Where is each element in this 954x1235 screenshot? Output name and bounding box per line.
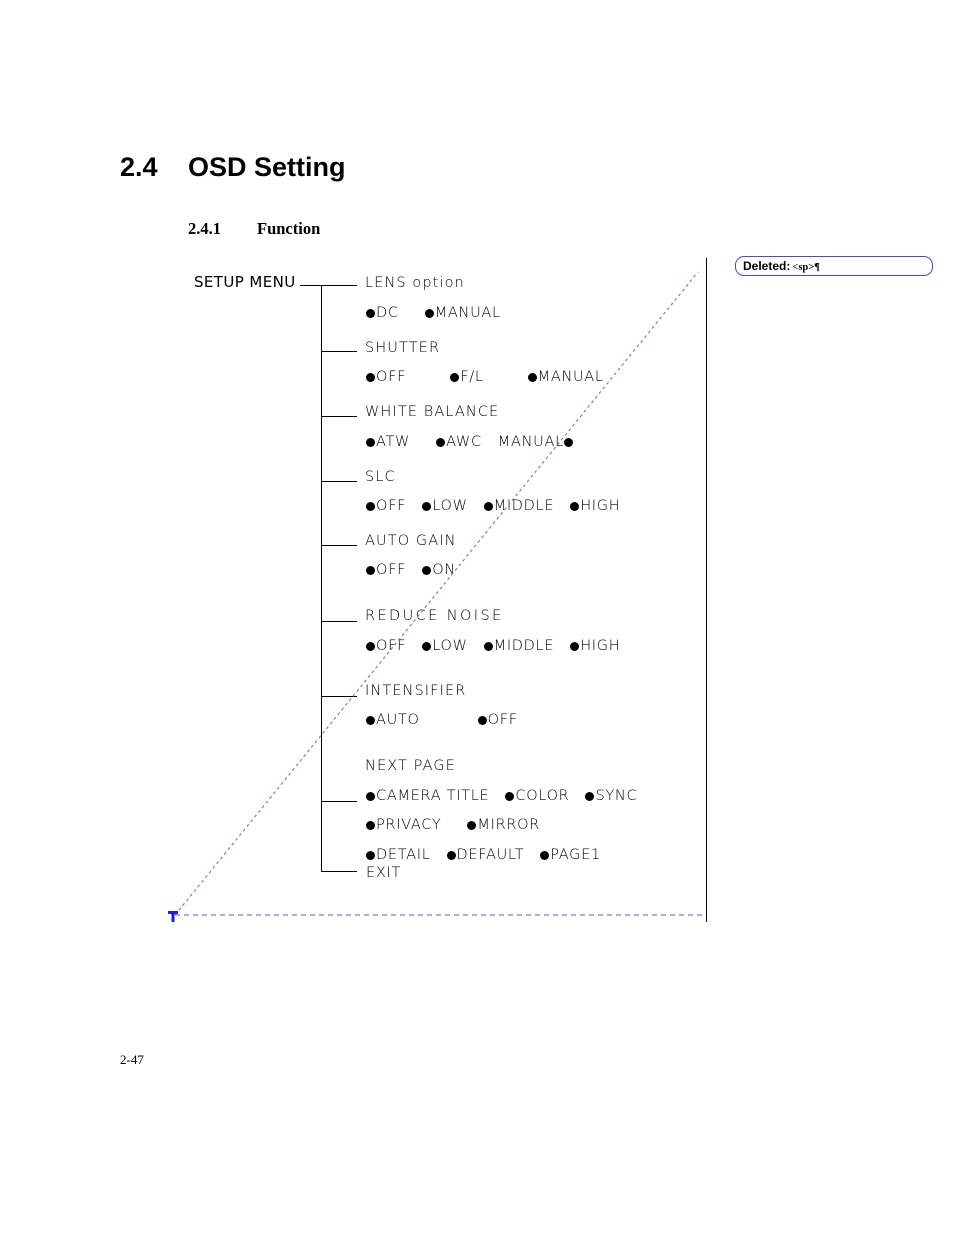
menu-options-shutter: OFF F/L MANUAL	[366, 369, 604, 385]
document-page: 2.4 OSD Setting 2.4.1 Function SETUP MENU …	[0, 0, 954, 1235]
bullet-icon	[422, 502, 432, 511]
tree-branch-next-page	[321, 801, 357, 802]
tree-branch-auto-gain	[321, 545, 357, 546]
option-fl[interactable]: F/L	[460, 369, 483, 385]
bullet-icon	[483, 502, 493, 511]
option-high[interactable]: HIGH	[580, 638, 620, 654]
bullet-icon	[570, 502, 580, 511]
osd-menu-tree-diagram: SETUP MENU LENS option DC MANUAL SHUTTER …	[0, 0, 954, 960]
option-camera-title[interactable]: CAMERA TITLE	[376, 788, 489, 804]
bullet-icon	[422, 566, 432, 575]
tree-branch-exit	[321, 871, 357, 872]
tree-branch-intensifier	[321, 696, 357, 697]
bullet-icon	[366, 851, 375, 860]
bullet-icon	[366, 309, 375, 318]
menu-section-white-balance: WHITE BALANCE	[365, 404, 500, 420]
menu-section-shutter: SHUTTER	[365, 340, 441, 356]
bullet-icon	[505, 792, 515, 801]
bullet-icon	[366, 821, 375, 830]
option-atw[interactable]: ATW	[376, 434, 410, 450]
option-detail[interactable]: DETAIL	[376, 847, 431, 863]
option-off[interactable]: OFF	[376, 562, 406, 578]
menu-section-next-page: NEXT PAGE	[365, 758, 456, 774]
menu-options-lens: DC MANUAL	[366, 305, 501, 321]
tree-root-label: SETUP MENU	[194, 273, 296, 291]
tree-trunk-line	[321, 285, 322, 872]
bullet-icon	[424, 309, 434, 318]
revision-changebar	[706, 258, 707, 922]
deleted-label: Deleted:	[743, 259, 791, 273]
tree-branch-reduce-noise	[321, 621, 357, 622]
bullet-icon	[570, 642, 580, 651]
menu-options-intensifier: AUTO OFF	[366, 712, 518, 728]
deleted-value: <sp>¶	[792, 262, 820, 273]
menu-options-reduce-noise: OFF LOW MIDDLE HIGH	[366, 638, 620, 654]
bullet-icon	[483, 642, 493, 651]
option-high[interactable]: HIGH	[580, 498, 620, 514]
option-sync[interactable]: SYNC	[595, 788, 637, 804]
option-off[interactable]: OFF	[488, 712, 518, 728]
menu-options-slc: OFF LOW MIDDLE HIGH	[366, 498, 620, 514]
bullet-icon	[450, 373, 460, 382]
option-middle[interactable]: MIDDLE	[494, 498, 555, 514]
footer-page-number: 2-47	[120, 1052, 144, 1067]
bullet-icon	[563, 438, 573, 447]
option-low[interactable]: LOW	[432, 498, 467, 514]
bullet-icon	[436, 438, 446, 447]
option-dc[interactable]: DC	[376, 305, 399, 321]
bullet-icon	[446, 851, 456, 860]
option-privacy[interactable]: PRIVACY	[376, 817, 441, 833]
bullet-icon	[366, 642, 375, 651]
option-off[interactable]: OFF	[376, 498, 406, 514]
option-color[interactable]: COLOR	[515, 788, 569, 804]
menu-options-next-page-row3: DETAIL DEFAULT PAGE1	[366, 847, 601, 863]
bullet-icon	[477, 716, 487, 725]
bullet-icon	[527, 373, 537, 382]
option-page1[interactable]: PAGE1	[550, 847, 601, 863]
revision-anchor-marker	[168, 911, 178, 922]
bullet-icon	[366, 438, 375, 447]
menu-options-white-balance: ATW AWC MANUAL	[366, 434, 574, 450]
option-off[interactable]: OFF	[376, 638, 406, 654]
menu-section-slc: SLC	[365, 469, 396, 485]
bullet-icon	[585, 792, 595, 801]
tree-branch-white-balance	[321, 416, 357, 417]
option-manual[interactable]: MANUAL	[498, 434, 564, 450]
menu-section-auto-gain: AUTO GAIN	[365, 533, 457, 549]
option-auto[interactable]: AUTO	[376, 712, 420, 728]
bullet-icon	[366, 502, 375, 511]
menu-section-intensifier: INTENSIFIER	[365, 683, 467, 699]
option-low[interactable]: LOW	[432, 638, 467, 654]
menu-options-auto-gain: OFF ON	[366, 562, 456, 578]
option-manual[interactable]: MANUAL	[538, 369, 604, 385]
bullet-icon	[366, 792, 375, 801]
option-default[interactable]: DEFAULT	[457, 847, 525, 863]
tree-branch-slc	[321, 481, 357, 482]
bullet-icon	[467, 821, 477, 830]
menu-section-lens: LENS option	[365, 275, 465, 291]
bullet-icon	[366, 373, 375, 382]
menu-options-next-page-row2: PRIVACY MIRROR	[366, 817, 540, 833]
option-on[interactable]: ON	[432, 562, 456, 578]
menu-section-reduce-noise: REDUCE NOISE	[365, 608, 504, 624]
deleted-comment-callout[interactable]: Deleted: <sp>¶	[735, 256, 933, 276]
bullet-icon	[366, 566, 375, 575]
option-awc[interactable]: AWC	[446, 434, 482, 450]
menu-options-next-page-row1: CAMERA TITLE COLOR SYNC	[366, 788, 637, 804]
option-mirror[interactable]: MIRROR	[477, 817, 540, 833]
option-off[interactable]: OFF	[376, 369, 406, 385]
option-manual[interactable]: MANUAL	[435, 305, 501, 321]
bullet-icon	[540, 851, 550, 860]
bullet-icon	[422, 642, 432, 651]
menu-item-exit[interactable]: EXIT	[366, 865, 401, 881]
tree-branch-shutter	[321, 351, 357, 352]
tree-root-connector	[300, 285, 357, 286]
bullet-icon	[366, 716, 375, 725]
option-middle[interactable]: MIDDLE	[494, 638, 555, 654]
